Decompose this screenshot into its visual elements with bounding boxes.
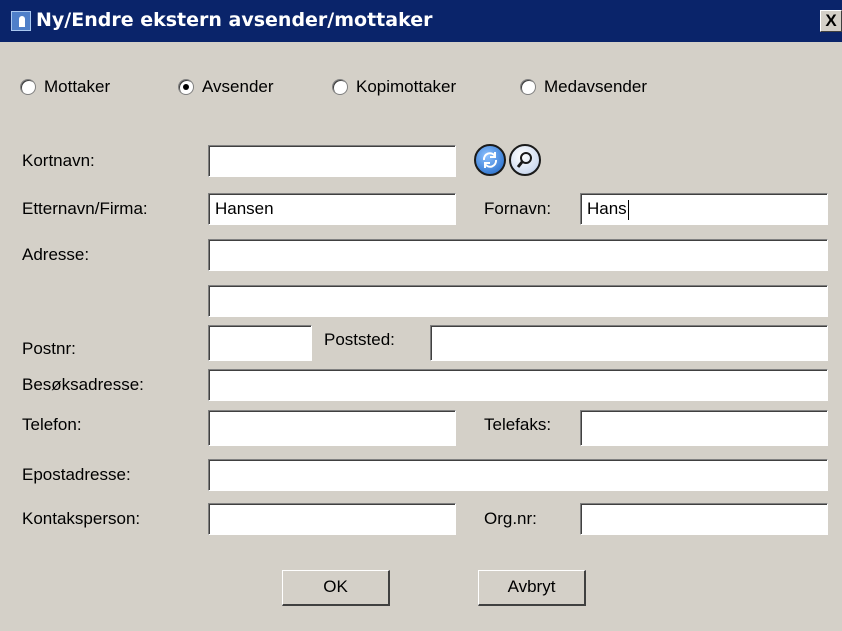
search-button[interactable] [509, 144, 541, 176]
radio-mottaker-label: Mottaker [44, 77, 111, 96]
ok-button[interactable]: OK [282, 570, 390, 606]
besoksadresse-input[interactable] [208, 369, 828, 401]
radio-medavsender-label: Medavsender [544, 77, 648, 96]
radio-kopimottaker[interactable]: Kopimottaker [332, 77, 456, 97]
kortnavn-input[interactable] [208, 145, 456, 177]
close-button[interactable]: X [820, 10, 842, 32]
postnr-label: Postnr: [22, 339, 76, 358]
dialog-title: Ny/Endre ekstern avsender/mottaker [36, 9, 433, 31]
besoksadresse-label: Besøksadresse: [22, 375, 144, 394]
kontaktperson-label: Kontaksperson: [22, 509, 141, 528]
radio-avsender-circle[interactable] [178, 79, 194, 95]
radio-avsender-label: Avsender [202, 77, 274, 96]
radio-medavsender[interactable]: Medavsender [520, 77, 647, 97]
radio-medavsender-circle[interactable] [520, 79, 536, 95]
radio-kopimottaker-label: Kopimottaker [356, 77, 457, 96]
fornavn-input[interactable]: Hans [580, 193, 828, 225]
telefon-input[interactable] [208, 410, 456, 446]
epostadresse-input[interactable] [208, 459, 828, 491]
poststed-input[interactable] [430, 325, 828, 361]
adresse-line2-input[interactable] [208, 285, 828, 317]
etternavn-label: Etternavn/Firma: [22, 199, 148, 218]
kortnavn-label: Kortnavn: [22, 151, 95, 170]
orgnr-label: Org.nr: [484, 509, 537, 528]
telefaks-label: Telefaks: [484, 415, 552, 434]
fornavn-value: Hans [587, 199, 627, 218]
fornavn-label: Fornavn: [484, 199, 552, 218]
epostadresse-label: Epostadresse: [22, 465, 131, 484]
poststed-label: Poststed: [324, 330, 395, 349]
app-icon [11, 11, 31, 31]
magnifier-icon [516, 152, 532, 168]
adresse-input[interactable] [208, 239, 828, 271]
telefaks-input[interactable] [580, 410, 828, 446]
refresh-button[interactable] [474, 144, 506, 176]
radio-mottaker[interactable]: Mottaker [20, 77, 110, 97]
refresh-icon [482, 152, 498, 168]
adresse-label: Adresse: [22, 245, 90, 264]
kontaktperson-input[interactable] [208, 503, 456, 535]
telefon-label: Telefon: [22, 415, 82, 434]
orgnr-input[interactable] [580, 503, 828, 535]
radio-mottaker-circle[interactable] [20, 79, 36, 95]
text-caret [627, 199, 629, 220]
radio-avsender[interactable]: Avsender [178, 77, 274, 97]
postnr-input[interactable] [208, 325, 312, 361]
cancel-button[interactable]: Avbryt [478, 570, 586, 606]
etternavn-input[interactable]: Hansen [208, 193, 456, 225]
radio-kopimottaker-circle[interactable] [332, 79, 348, 95]
title-bar: Ny/Endre ekstern avsender/mottaker X [0, 0, 842, 42]
